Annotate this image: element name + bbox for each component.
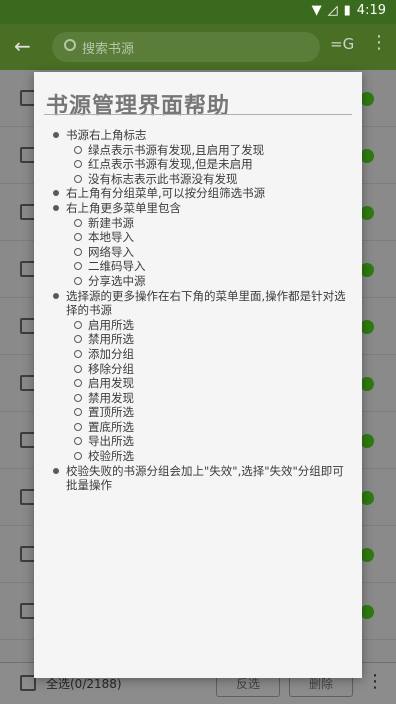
discovery-dot-icon bbox=[360, 491, 374, 505]
wifi-icon: ▼ bbox=[311, 3, 322, 18]
discovery-dot-icon bbox=[360, 149, 374, 163]
help-item-text: 选择源的更多操作在右下角的菜单里面,操作都是针对选择的书源 bbox=[66, 288, 346, 318]
title-divider bbox=[44, 114, 352, 115]
help-subitem: 启用所选 bbox=[74, 318, 352, 333]
help-subitem: 二维码导入 bbox=[74, 259, 352, 274]
help-content: 书源右上角标志 绿点表示书源有发现,且启用了发现 红点表示书源有发现,但是未启用… bbox=[52, 128, 352, 493]
help-item: 校验失败的书源分组会加上"失效",选择"失效"分组即可批量操作 bbox=[52, 464, 352, 493]
search-input[interactable]: 搜索书源 bbox=[52, 32, 320, 62]
app-bar: ← 搜索书源 =G ⋮ bbox=[0, 24, 396, 70]
help-title: 书源管理界面帮助 bbox=[46, 94, 231, 119]
discovery-dot-icon bbox=[360, 377, 374, 391]
selection-more-menu-icon[interactable]: ⋮ bbox=[366, 671, 384, 692]
help-subitem: 禁用发现 bbox=[74, 391, 352, 406]
help-subitem: 置顶所选 bbox=[74, 405, 352, 420]
help-subitem: 移除分组 bbox=[74, 362, 352, 377]
signal-off-icon: ◿ bbox=[327, 3, 338, 18]
status-bar: ▼ ◿ ▮ 4:19 bbox=[0, 0, 396, 24]
help-subitem: 没有标志表示此书源没有发现 bbox=[74, 172, 352, 187]
more-menu-icon[interactable]: ⋮ bbox=[370, 32, 388, 53]
help-item-text: 右上角更多菜单里包含 bbox=[66, 200, 181, 215]
discovery-dot-icon bbox=[360, 434, 374, 448]
battery-icon: ▮ bbox=[343, 3, 351, 18]
help-subitem: 红点表示书源有发现,但是未启用 bbox=[74, 157, 352, 172]
help-subitem: 绿点表示书源有发现,且启用了发现 bbox=[74, 143, 352, 158]
help-subitem: 校验所选 bbox=[74, 449, 352, 464]
help-item: 选择源的更多操作在右下角的菜单里面,操作都是针对选择的书源 启用所选 禁用所选 … bbox=[52, 289, 352, 464]
discovery-dot-icon bbox=[360, 605, 374, 619]
help-subitem: 导出所选 bbox=[74, 434, 352, 449]
search-icon bbox=[64, 39, 76, 51]
help-item-text: 书源右上角标志 bbox=[66, 128, 147, 142]
discovery-dot-icon bbox=[360, 263, 374, 277]
discovery-dot-icon bbox=[360, 206, 374, 220]
discovery-dot-icon bbox=[360, 320, 374, 334]
help-subitem: 本地导入 bbox=[74, 230, 352, 245]
help-dialog: 书源管理界面帮助 书源右上角标志 绿点表示书源有发现,且启用了发现 红点表示书源… bbox=[34, 72, 362, 678]
help-item-text: 校验失败的书源分组会加上"失效",选择"失效"分组即可批量操作 bbox=[66, 463, 344, 493]
help-subitem: 禁用所选 bbox=[74, 332, 352, 347]
group-filter-icon[interactable]: =G bbox=[330, 35, 354, 53]
help-item: 右上角有分组菜单,可以按分组筛选书源 bbox=[52, 186, 352, 201]
back-arrow-icon[interactable]: ← bbox=[14, 34, 31, 58]
help-subitem: 新建书源 bbox=[74, 216, 352, 231]
help-subitem: 置底所选 bbox=[74, 420, 352, 435]
help-item-text: 右上角有分组菜单,可以按分组筛选书源 bbox=[66, 186, 266, 201]
help-subitem: 网络导入 bbox=[74, 245, 352, 260]
discovery-dot-icon bbox=[360, 92, 374, 106]
help-subitem: 启用发现 bbox=[74, 376, 352, 391]
search-placeholder: 搜索书源 bbox=[82, 42, 135, 57]
status-time: 4:19 bbox=[356, 3, 386, 18]
discovery-dot-icon bbox=[360, 548, 374, 562]
help-item: 右上角更多菜单里包含 新建书源 本地导入 网络导入 二维码导入 分享选中源 bbox=[52, 201, 352, 289]
help-subitem: 分享选中源 bbox=[74, 274, 352, 289]
help-subitem: 添加分组 bbox=[74, 347, 352, 362]
help-item: 书源右上角标志 绿点表示书源有发现,且启用了发现 红点表示书源有发现,但是未启用… bbox=[52, 128, 352, 186]
